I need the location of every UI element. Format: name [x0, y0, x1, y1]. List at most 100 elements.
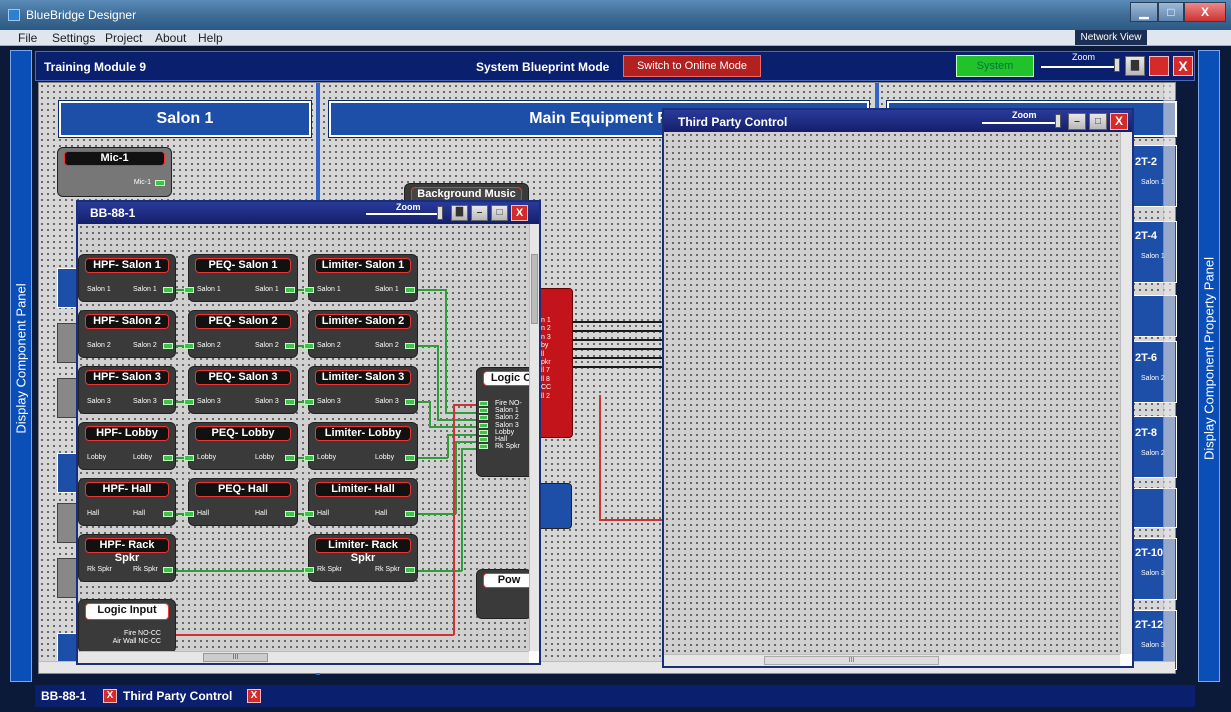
input-pin[interactable] — [304, 567, 314, 573]
third-party-title-bar[interactable]: Third Party Control Zoom – □ X — [664, 110, 1132, 132]
output-pin[interactable] — [285, 343, 295, 349]
output-pin[interactable] — [405, 511, 415, 517]
power-block[interactable]: Pow — [476, 569, 535, 619]
hpf-block[interactable]: HPF- Salon 3 Salon 3 Salon 3 — [78, 366, 176, 414]
zoom-slider[interactable] — [1041, 66, 1117, 68]
bb-vertical-scrollbar[interactable] — [529, 224, 539, 651]
output-pin[interactable] — [285, 511, 295, 517]
output-pin[interactable] — [405, 287, 415, 293]
bb-88-1-window[interactable]: BB-88-1 Zoom ▇ – □ X HPF- Salon 1 Salon … — [76, 200, 541, 665]
tp-maximize-icon[interactable]: □ — [1089, 113, 1107, 130]
third-party-window[interactable]: Third Party Control Zoom – □ X III — [662, 108, 1134, 668]
input-pin[interactable] — [184, 511, 194, 517]
minimize-button[interactable]: ▁ — [1130, 2, 1158, 22]
tab-bb-close-icon[interactable]: X — [103, 689, 117, 703]
logic-output-pin[interactable] — [479, 422, 488, 428]
bb-horizontal-scrollbar[interactable]: III — [78, 651, 529, 663]
peq-block[interactable]: PEQ- Salon 1 Salon 1 Salon 1 — [184, 254, 298, 302]
output-pin[interactable] — [163, 455, 173, 461]
left-side-panel[interactable]: Display Component Panel — [10, 50, 32, 682]
mic-output-pin[interactable] — [155, 180, 165, 186]
tp-hscroll-thumb[interactable]: III — [764, 656, 939, 665]
tp-zoom-slider[interactable] — [982, 122, 1056, 124]
tp-grid-area[interactable] — [664, 132, 1120, 654]
output-pin[interactable] — [163, 287, 173, 293]
output-pin[interactable] — [405, 343, 415, 349]
logic-output-pin[interactable] — [479, 437, 488, 442]
output-pin[interactable] — [405, 567, 415, 573]
peq-block[interactable]: PEQ- Hall Hall Hall — [184, 478, 298, 526]
limiter-block[interactable]: Limiter- Salon 3 Salon 3 Salon 3 — [304, 366, 418, 414]
output-pin[interactable] — [285, 399, 295, 405]
output-pin[interactable] — [405, 399, 415, 405]
right-side-panel[interactable]: Display Component Property Panel — [1198, 50, 1220, 682]
red-device-block[interactable]: n 1n 2n 3 by ll pkr ll 7 ll 8 CC ll 2 — [537, 288, 573, 438]
logic-output-block[interactable]: Logic C Fire NO- Salon 1 Salon 2 Salon 3 Lobb… — [476, 367, 539, 477]
input-pin[interactable] — [304, 511, 314, 517]
network-view-button[interactable]: Network View — [1075, 30, 1147, 45]
limiter-block[interactable]: Limiter- Hall Hall Hall — [304, 478, 418, 526]
switch-online-button[interactable]: Switch to Online Mode — [623, 55, 761, 77]
hpf-block[interactable]: HPF- Salon 2 Salon 2 Salon 2 — [78, 310, 176, 358]
bb-grid-area[interactable]: HPF- Salon 1 Salon 1 Salon 1 HPF- Salon 2 Sa… — [78, 224, 539, 653]
input-pin[interactable] — [184, 287, 194, 293]
tp-vertical-scrollbar[interactable] — [1120, 132, 1132, 654]
input-pin[interactable] — [304, 343, 314, 349]
tp-close-icon[interactable]: X — [1110, 113, 1128, 130]
output-pin[interactable] — [163, 567, 173, 573]
output-pin[interactable] — [163, 343, 173, 349]
menu-project[interactable]: Project — [105, 31, 142, 45]
menu-file[interactable]: File — [18, 31, 37, 45]
input-pin[interactable] — [184, 399, 194, 405]
tp-zoom-knob[interactable] — [1055, 114, 1061, 128]
logic-output-pin[interactable] — [479, 444, 488, 450]
bb-88-1-title-bar[interactable]: BB-88-1 Zoom ▇ – □ X — [78, 202, 539, 224]
bb-hscroll-thumb[interactable]: III — [203, 653, 268, 662]
input-pin[interactable] — [304, 455, 314, 461]
grid-view-icon[interactable] — [1149, 56, 1169, 76]
peq-block[interactable]: PEQ- Salon 2 Salon 2 Salon 2 — [184, 310, 298, 358]
limiter-block[interactable]: Limiter- Lobby Lobby Lobby — [304, 422, 418, 470]
output-pin[interactable] — [163, 399, 173, 405]
tp-horizontal-scrollbar[interactable]: III — [664, 654, 1120, 666]
logic-input-block[interactable]: Logic Input Fire NO-CC Air Wall NC-CC — [78, 599, 176, 653]
output-pin[interactable] — [163, 511, 173, 517]
zoom-slider-knob[interactable] — [1114, 58, 1120, 72]
canvas-vertical-scrollbar[interactable] — [1163, 83, 1175, 661]
bb-minimize-icon[interactable]: – — [471, 205, 488, 221]
maximize-button[interactable]: □ — [1158, 2, 1184, 22]
peq-block[interactable]: PEQ- Salon 3 Salon 3 Salon 3 — [184, 366, 298, 414]
input-pin[interactable] — [184, 343, 194, 349]
bb-print-icon[interactable]: ▇ — [451, 205, 468, 221]
toolbar-close-icon[interactable]: X — [1173, 56, 1193, 76]
tab-bb-88-1[interactable]: BB-88-1 — [41, 689, 86, 703]
hpf-block[interactable]: HPF- Lobby Lobby Lobby — [78, 422, 176, 470]
logic-output-pin[interactable] — [479, 408, 488, 414]
mic-block[interactable]: Mic-1 Mic-1 — [57, 147, 172, 197]
logic-output-pin[interactable] — [479, 401, 488, 406]
bb-zoom-knob[interactable] — [437, 206, 443, 220]
input-pin[interactable] — [184, 455, 194, 461]
close-button[interactable]: X — [1184, 2, 1226, 22]
bb-close-icon[interactable]: X — [511, 205, 528, 221]
menu-settings[interactable]: Settings — [52, 31, 95, 45]
bb-vscroll-thumb[interactable] — [531, 254, 538, 324]
input-pin[interactable] — [304, 287, 314, 293]
output-pin[interactable] — [285, 455, 295, 461]
room-header-salon1[interactable]: Salon 1 — [58, 100, 312, 138]
output-pin[interactable] — [285, 287, 295, 293]
tp-minimize-icon[interactable]: – — [1068, 113, 1086, 130]
hpf-block[interactable]: HPF- Hall Hall Hall — [78, 478, 176, 526]
tab-tp-close-icon[interactable]: X — [247, 689, 261, 703]
tab-third-party[interactable]: Third Party Control — [123, 689, 232, 703]
peq-block[interactable]: PEQ- Lobby Lobby Lobby — [184, 422, 298, 470]
output-pin[interactable] — [405, 455, 415, 461]
bb-maximize-icon[interactable]: □ — [491, 205, 508, 221]
system-presets-button[interactable]: System Presets — [956, 55, 1034, 92]
print-icon[interactable]: ▇ — [1125, 56, 1145, 76]
hpf-block[interactable]: HPF- Salon 1 Salon 1 Salon 1 — [78, 254, 176, 302]
menu-about[interactable]: About — [155, 31, 186, 45]
input-pin[interactable] — [304, 399, 314, 405]
limiter-block[interactable]: Limiter- Salon 2 Salon 2 Salon 2 — [304, 310, 418, 358]
logic-output-pin[interactable] — [479, 429, 488, 435]
